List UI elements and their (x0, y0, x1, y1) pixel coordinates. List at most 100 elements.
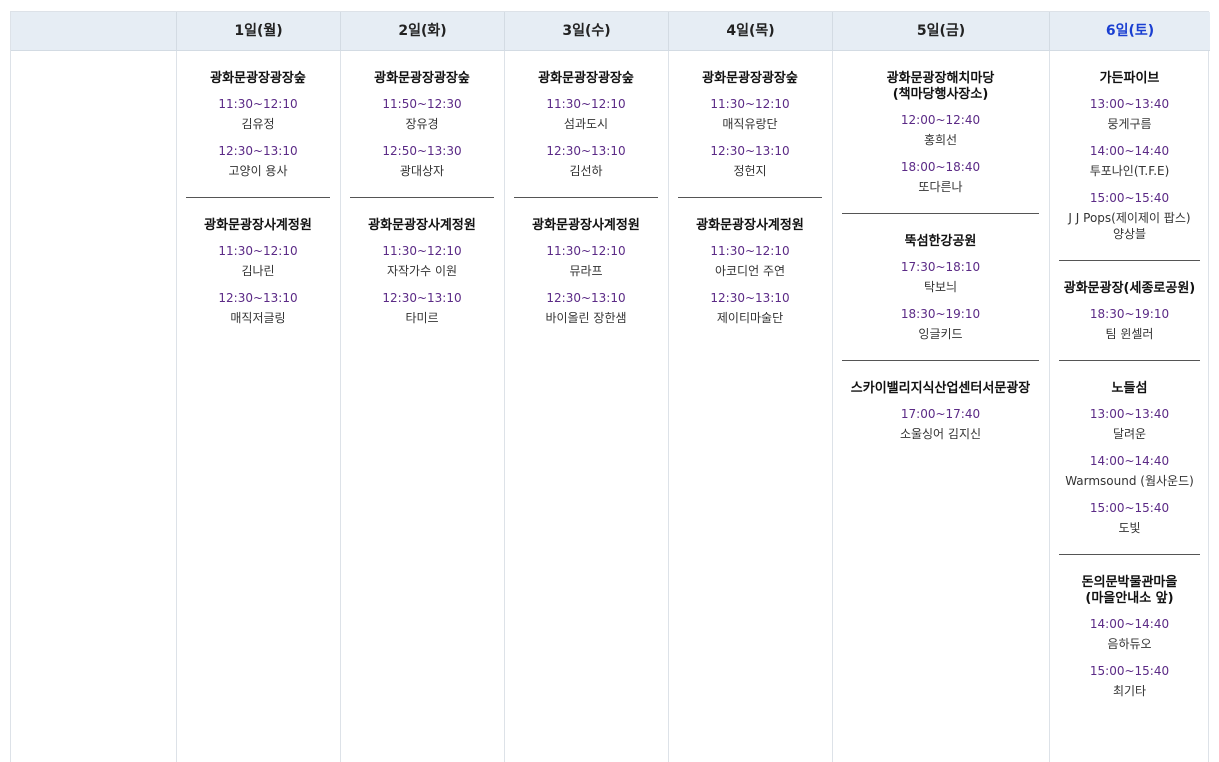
venue-block: 광화문광장광장숲 11:30~12:10 섬과도시 12:30~13:10 김선하 (514, 51, 658, 198)
header-day-1: 1일(월) (176, 12, 340, 50)
performance-slot: 14:00~14:40 투포나인(T.F.E) (1059, 143, 1200, 179)
performance-time: 12:30~13:10 (218, 144, 298, 158)
performance-slot: 11:30~12:10 섬과도시 (514, 96, 658, 132)
performance-slot: 15:00~15:40 J J Pops(제이제이 팝스) 양상블 (1059, 190, 1200, 242)
performance-slot: 12:30~13:10 정헌지 (678, 143, 822, 179)
performer-name: 제이티마술단 (716, 311, 784, 325)
performance-slot: 17:30~18:10 탁보늬 (842, 259, 1039, 295)
performer-name: 매직유랑단 (722, 117, 778, 131)
performance-time: 18:00~18:40 (900, 160, 981, 174)
performance-slot: 12:30~13:10 제이티마술단 (678, 290, 822, 326)
performer-name: 투포나인(T.F.E) (1089, 164, 1170, 178)
day-column-3: 광화문광장광장숲 11:30~12:10 섬과도시 12:30~13:10 김선하 광화문… (504, 51, 668, 344)
venue-block: 광화문광장사계정원 11:30~12:10 뮤라프 12:30~13:10 바이올린 장… (514, 198, 658, 344)
performer-name: J J Pops(제이제이 팝스) 양상블 (1068, 211, 1191, 241)
performance-slot: 12:30~13:10 김선하 (514, 143, 658, 179)
venue-name: 광화문광장해치마당 (책마당행사장소) (886, 71, 995, 102)
performance-slot: 12:30~13:10 매직저글링 (186, 290, 330, 326)
performance-time: 11:30~12:10 (218, 97, 298, 111)
performer-name: Warmsound (웜사운드) (1065, 474, 1194, 488)
venue-name: 광화문광장(세종로공원) (1063, 281, 1196, 296)
performer-name: 김선하 (569, 164, 603, 178)
performer-name: 자작가수 이원 (386, 264, 458, 278)
performer-name: 아코디언 주연 (714, 264, 786, 278)
performance-time: 11:30~12:10 (382, 244, 462, 258)
venue-name: 가든파이브 (1099, 71, 1160, 86)
performance-time: 18:30~19:10 (900, 307, 981, 321)
performance-slot: 14:00~14:40 음하듀오 (1059, 616, 1200, 652)
performer-name: 음하듀오 (1107, 637, 1152, 651)
performance-time: 12:30~13:10 (546, 144, 626, 158)
performance-time: 11:50~12:30 (382, 97, 462, 111)
performance-slot: 11:30~12:10 아코디언 주연 (678, 243, 822, 279)
performance-time: 14:00~14:40 (1089, 454, 1170, 468)
performance-time: 12:50~13:30 (382, 144, 462, 158)
performer-name: 또다른나 (918, 180, 963, 194)
header-day-3: 3일(수) (504, 12, 668, 50)
venue-block: 광화문광장사계정원 11:30~12:10 김나린 12:30~13:10 매직저글링 (186, 198, 330, 344)
performance-time: 11:30~12:10 (710, 97, 790, 111)
venue-name: 광화문광장광장숲 (702, 71, 798, 86)
performer-name: 탁보늬 (923, 280, 958, 294)
performance-time: 15:00~15:40 (1089, 501, 1170, 515)
performance-time: 11:30~12:10 (710, 244, 790, 258)
venue-name: 노들섬 (1111, 381, 1148, 396)
venue-name: 뚝섬한강공원 (904, 234, 977, 249)
performance-time: 11:30~12:10 (218, 244, 298, 258)
venue-block: 돈의문박물관마을 (마을안내소 앞) 14:00~14:40 음하듀오 15:00~15… (1059, 555, 1200, 717)
performer-name: 팀 윈셀러 (1105, 327, 1154, 341)
performer-name: 최기타 (1112, 684, 1147, 698)
venue-block: 광화문광장광장숲 11:50~12:30 장유경 12:50~13:30 광대상자 (350, 51, 494, 198)
day-column-6: 가든파이브 13:00~13:40 뭉게구름 14:00~14:40 투포나인(T.F.… (1049, 51, 1210, 717)
performance-slot: 12:50~13:30 광대상자 (350, 143, 494, 179)
performance-time: 11:30~12:10 (546, 97, 626, 111)
performance-slot: 17:00~17:40 소울싱어 김지신 (842, 406, 1039, 442)
performance-slot: 15:00~15:40 도빛 (1059, 500, 1200, 536)
performer-name: 소울싱어 김지신 (899, 427, 982, 441)
performance-slot: 11:30~12:10 매직유랑단 (678, 96, 822, 132)
performer-name: 타미르 (405, 311, 439, 325)
venue-block: 광화문광장(세종로공원) 18:30~19:10 팀 윈셀러 (1059, 261, 1200, 361)
performer-name: 고양이 용사 (228, 164, 288, 178)
day-column-1: 광화문광장광장숲 11:30~12:10 김유정 12:30~13:10 고양이 용사 광… (176, 51, 340, 344)
performance-time: 18:30~19:10 (1089, 307, 1170, 321)
performance-slot: 11:30~12:10 김유정 (186, 96, 330, 132)
performance-time: 15:00~15:40 (1089, 664, 1170, 678)
venue-name: 돈의문박물관마을 (마을안내소 앞) (1081, 575, 1178, 606)
performance-time: 13:00~13:40 (1089, 97, 1170, 111)
venue-name: 광화문광장광장숲 (210, 71, 306, 86)
performance-time: 11:30~12:10 (546, 244, 626, 258)
performer-name: 도빛 (1118, 521, 1141, 535)
venue-block: 뚝섬한강공원 17:30~18:10 탁보늬 18:30~19:10 잉글키드 (842, 214, 1039, 361)
performance-slot: 15:00~15:40 최기타 (1059, 663, 1200, 699)
performance-time: 13:00~13:40 (1089, 407, 1170, 421)
performance-time: 14:00~14:40 (1089, 617, 1170, 631)
venue-name: 광화문광장사계정원 (204, 218, 312, 233)
performer-name: 잉글키드 (918, 327, 963, 341)
schedule-table: 1일(월) 2일(화) 3일(수) 4일(목) 5일(금) 6일(토) 광화문광… (10, 11, 1210, 762)
venue-block: 광화문광장광장숲 11:30~12:10 김유정 12:30~13:10 고양이 용사 (186, 51, 330, 198)
performance-time: 12:30~13:10 (546, 291, 626, 305)
performance-slot: 11:50~12:30 장유경 (350, 96, 494, 132)
performance-slot: 18:00~18:40 또다른나 (842, 159, 1039, 195)
performance-slot: 12:30~13:10 타미르 (350, 290, 494, 326)
venue-block: 노들섬 13:00~13:40 달려운 14:00~14:40 Warmsound (웜… (1059, 361, 1200, 555)
performance-slot: 11:30~12:10 김나린 (186, 243, 330, 279)
performance-time: 15:00~15:40 (1089, 191, 1170, 205)
venue-name: 광화문광장광장숲 (538, 71, 634, 86)
performer-name: 장유경 (405, 117, 439, 131)
performance-slot: 13:00~13:40 달려운 (1059, 406, 1200, 442)
performance-slot: 14:00~14:40 Warmsound (웜사운드) (1059, 453, 1200, 489)
performance-slot: 18:30~19:10 잉글키드 (842, 306, 1039, 342)
performer-name: 홍희선 (923, 133, 958, 147)
performer-name: 김나린 (241, 264, 275, 278)
performance-time: 12:30~13:10 (218, 291, 298, 305)
day-column-5: 광화문광장해치마당 (책마당행사장소) 12:00~12:40 홍희선 18:00~18… (832, 51, 1049, 460)
day-column-2: 광화문광장광장숲 11:50~12:30 장유경 12:50~13:30 광대상자 광화문… (340, 51, 504, 344)
performance-time: 12:30~13:10 (710, 144, 790, 158)
performance-slot: 13:00~13:40 뭉게구름 (1059, 96, 1200, 132)
header-day-6: 6일(토) (1049, 12, 1210, 50)
schedule-header-row: 1일(월) 2일(화) 3일(수) 4일(목) 5일(금) 6일(토) (11, 12, 1210, 51)
performer-name: 뮤라프 (569, 264, 603, 278)
day-column-4: 광화문광장광장숲 11:30~12:10 매직유랑단 12:30~13:10 정헌지 광화… (668, 51, 832, 344)
